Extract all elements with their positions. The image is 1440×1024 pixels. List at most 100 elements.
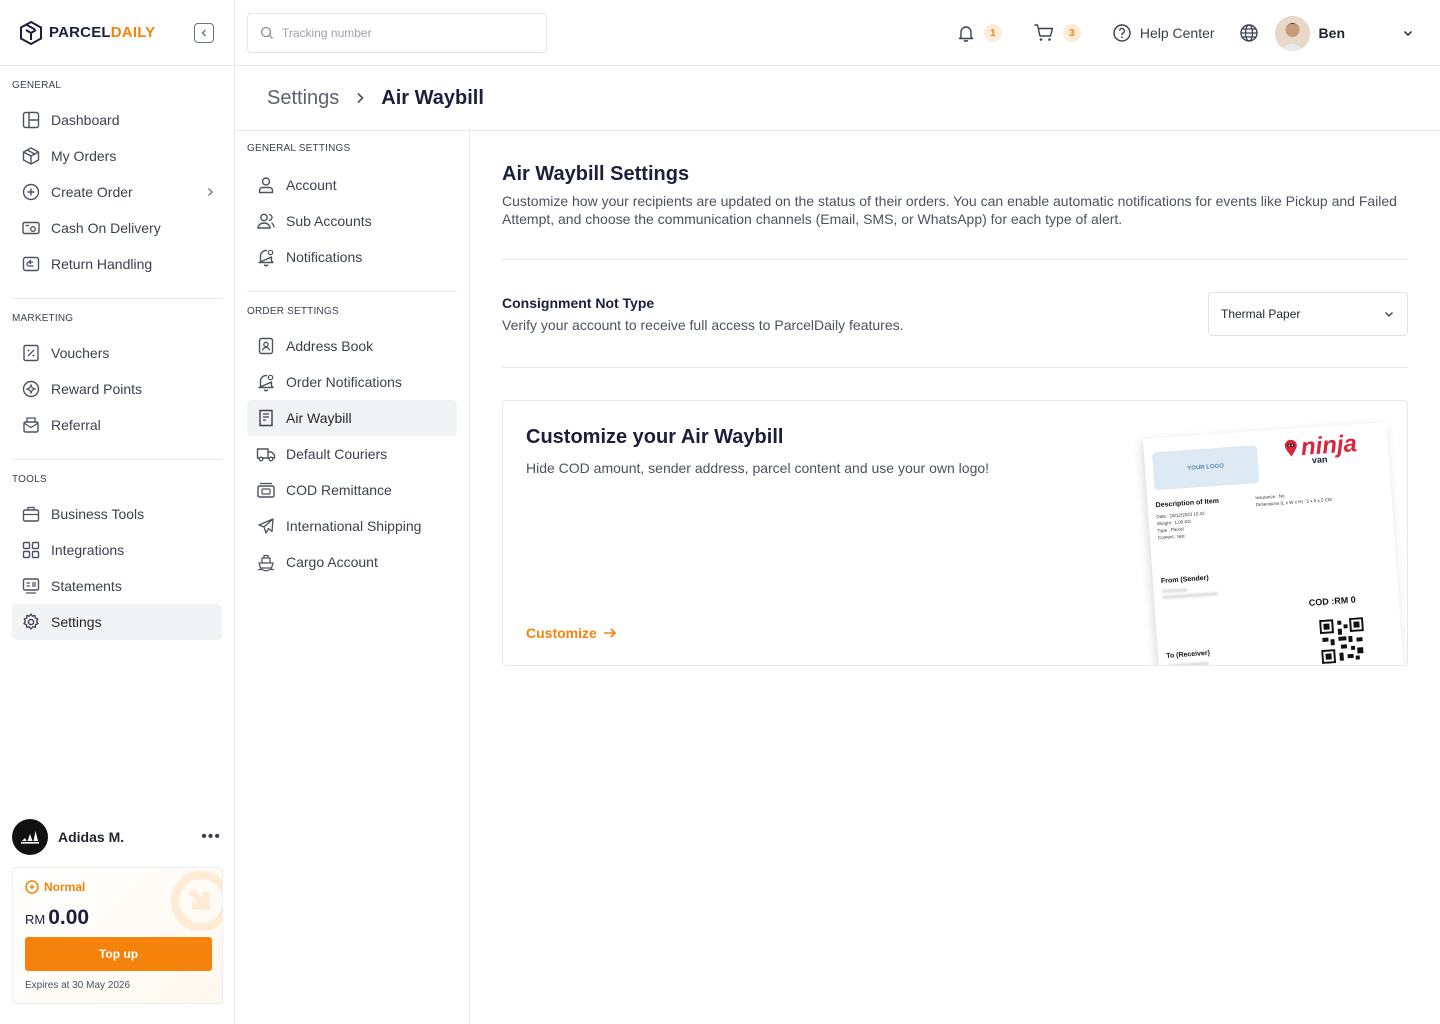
subnav-item-label: Order Notifications — [286, 374, 402, 390]
page-title: Air Waybill Settings — [502, 163, 690, 185]
notifications-button[interactable]: 1 — [956, 23, 1002, 43]
courier-logo: ninja van — [1283, 430, 1358, 465]
subnav-item-address-book[interactable]: Address Book — [247, 328, 457, 364]
sidebar-item-referral[interactable]: Referral — [12, 407, 222, 443]
waybill-to-label: To (Receiver) — [1165, 649, 1211, 660]
sidebar-item-vouchers[interactable]: Vouchers — [12, 335, 222, 371]
account-name: Adidas M. — [58, 829, 125, 845]
waybill-logo-placeholder: YOUR LOGO — [1151, 445, 1260, 491]
subnav-item-label: Default Couriers — [286, 446, 388, 462]
wallet-tier: Normal — [25, 880, 85, 894]
subnav-section-title-general: GENERAL SETTINGS — [247, 143, 351, 154]
sidebar-item-statements[interactable]: Statements — [12, 568, 222, 604]
search-icon — [260, 26, 273, 39]
subnav-item-international-shipping[interactable]: International Shipping — [247, 508, 457, 544]
subnav-item-sub-accounts[interactable]: Sub Accounts — [247, 203, 457, 239]
waybill-weight: Weight : 1.00 KG — [1156, 518, 1192, 527]
customize-label: Customize — [526, 625, 597, 641]
sidebar-item-label: Settings — [51, 614, 102, 630]
subnav-item-label: Air Waybill — [286, 410, 352, 426]
sidebar: PARCELDAILY GENERAL Dashboard My Orders … — [0, 0, 235, 1024]
chevron-left-icon — [201, 29, 206, 36]
subnav-item-label: International Shipping — [286, 518, 422, 534]
sidebar-item-my-orders[interactable]: My Orders — [12, 138, 222, 174]
address-book-icon — [258, 337, 274, 355]
waybill-sender-redacted — [1161, 588, 1188, 594]
sidebar-item-cash-on-delivery[interactable]: Cash On Delivery — [12, 210, 222, 246]
sidebar-item-dashboard[interactable]: Dashboard — [12, 102, 222, 138]
bell-settings-icon — [258, 249, 274, 267]
subnav-section-title-order: ORDER SETTINGS — [247, 306, 339, 317]
sidebar-item-create-order[interactable]: Create Order — [12, 174, 222, 210]
help-center-label: Help Center — [1139, 25, 1215, 41]
sidebar-item-label: Business Tools — [51, 506, 145, 522]
return-icon — [22, 256, 40, 272]
tracking-search-input[interactable] — [282, 26, 532, 40]
subnav-item-cod-remittance[interactable]: COD Remittance — [247, 472, 457, 508]
sidebar-item-label: Create Order — [51, 184, 133, 200]
logo-icon — [20, 20, 42, 45]
language-button[interactable] — [1239, 23, 1259, 43]
wallet-card: Normal RM 0.00 Top up Expires at 30 May … — [12, 867, 223, 1004]
subnav-item-label: Cargo Account — [286, 554, 378, 570]
notifications-badge: 1 — [983, 24, 1002, 42]
sidebar-item-label: Dashboard — [51, 112, 120, 128]
chevron-down-icon — [1385, 312, 1393, 317]
breadcrumb-settings-link[interactable]: Settings — [267, 87, 339, 110]
subnav-item-default-couriers[interactable]: Default Couriers — [247, 436, 457, 472]
subnav-item-label: Account — [286, 177, 337, 193]
breadcrumb-current: Air Waybill — [381, 86, 484, 109]
subnav-item-label: Address Book — [286, 338, 374, 354]
sidebar-item-business-tools[interactable]: Business Tools — [12, 496, 222, 532]
waybill-sender-redacted — [1162, 592, 1219, 600]
account-avatar — [12, 819, 48, 855]
chevron-down-icon — [1403, 30, 1413, 37]
collapse-sidebar-button[interactable] — [194, 22, 214, 43]
search-box[interactable] — [247, 13, 547, 53]
user-icon — [258, 177, 274, 194]
subnav-item-notifications[interactable]: Notifications — [247, 239, 457, 275]
sidebar-item-label: My Orders — [51, 148, 117, 164]
plane-icon — [258, 518, 274, 534]
qr-code-icon — [1319, 617, 1364, 665]
waybill-content: Content : test — [1157, 533, 1185, 541]
statements-icon — [22, 578, 40, 594]
cash-icon — [22, 221, 40, 235]
sidebar-section-title-marketing: MARKETING — [12, 313, 74, 324]
subnav-item-cargo-account[interactable]: Cargo Account — [247, 544, 457, 580]
gear-icon — [23, 613, 39, 630]
account-more-button[interactable]: ••• — [201, 828, 223, 846]
waybill-icon — [259, 409, 273, 427]
subnav-item-label: COD Remittance — [286, 482, 392, 498]
subnav-item-label: Notifications — [286, 249, 363, 265]
user-menu[interactable]: Ben — [1274, 15, 1414, 51]
subnav-item-order-notifications[interactable]: Order Notifications — [247, 364, 457, 400]
subnav-item-account[interactable]: Account — [247, 167, 457, 203]
help-circle-icon — [1113, 24, 1131, 42]
sidebar-item-integrations[interactable]: Integrations — [12, 532, 222, 568]
sidebar-item-label: Reward Points — [51, 381, 143, 397]
chevron-right-icon — [357, 92, 364, 104]
dashboard-icon — [22, 111, 40, 129]
brand-logo[interactable]: PARCELDAILY — [20, 20, 155, 45]
consignment-type-select[interactable]: Thermal Paper — [1208, 292, 1408, 336]
sidebar-item-reward-points[interactable]: Reward Points — [12, 371, 222, 407]
top-up-button[interactable]: Top up — [25, 937, 212, 971]
customize-waybill-card: Customize your Air Waybill Hide COD amou… — [502, 400, 1408, 666]
waybill-from-label: From (Sender) — [1160, 574, 1209, 586]
cart-button[interactable]: 3 — [1033, 23, 1081, 43]
card-title: Customize your Air Waybill — [526, 426, 784, 448]
sidebar-item-settings[interactable]: Settings — [12, 604, 222, 640]
consignment-type-value: Thermal Paper — [1221, 307, 1301, 321]
sidebar-item-label: Statements — [51, 578, 122, 594]
sidebar-item-return-handling[interactable]: Return Handling — [12, 246, 222, 282]
account-switcher[interactable]: Adidas M. ••• — [12, 819, 223, 855]
sidebar-item-label: Cash On Delivery — [51, 220, 161, 236]
section-divider — [502, 367, 1408, 368]
subnav-item-air-waybill[interactable]: Air Waybill — [247, 400, 457, 436]
help-center-link[interactable]: Help Center — [1112, 23, 1215, 43]
bell-settings-icon — [258, 374, 274, 392]
cart-badge: 3 — [1062, 24, 1081, 42]
customize-link[interactable]: Customize — [526, 625, 617, 641]
top-actions: 1 3 Help Center Ben — [956, 0, 1440, 66]
